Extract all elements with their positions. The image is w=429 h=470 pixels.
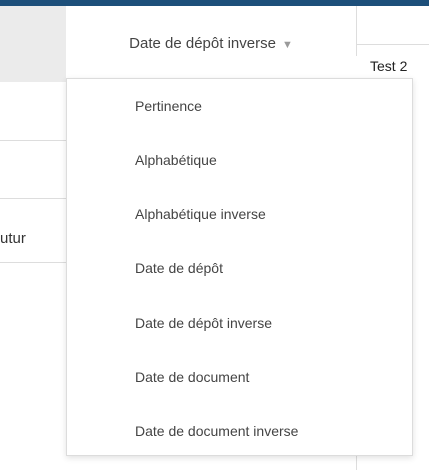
sort-option-date-depot[interactable]: Date de dépôt (135, 260, 223, 276)
sort-option-date-depot-inverse[interactable]: Date de dépôt inverse (135, 315, 272, 331)
filter-panel-background (0, 6, 66, 82)
sort-dropdown-button[interactable]: Date de dépôt inverse ▼ (66, 6, 356, 82)
sort-option-date-document[interactable]: Date de document (135, 369, 249, 385)
result-title[interactable]: Test 2 (370, 58, 407, 74)
divider (356, 44, 429, 45)
sort-dropdown-menu: Pertinence Alphabétique Alphabétique inv… (66, 78, 413, 456)
divider (0, 140, 66, 141)
sort-option-pertinence[interactable]: Pertinence (135, 98, 202, 114)
facet-label[interactable]: utur (0, 230, 26, 247)
divider (0, 198, 66, 199)
sort-option-alphabetique[interactable]: Alphabétique (135, 152, 217, 168)
divider (0, 262, 66, 263)
divider (356, 6, 357, 56)
sort-option-date-document-inverse[interactable]: Date de document inverse (135, 423, 298, 439)
sort-option-alphabetique-inverse[interactable]: Alphabétique inverse (135, 206, 266, 222)
sort-current-label: Date de dépôt inverse (129, 35, 276, 52)
chevron-down-icon: ▼ (281, 39, 293, 51)
